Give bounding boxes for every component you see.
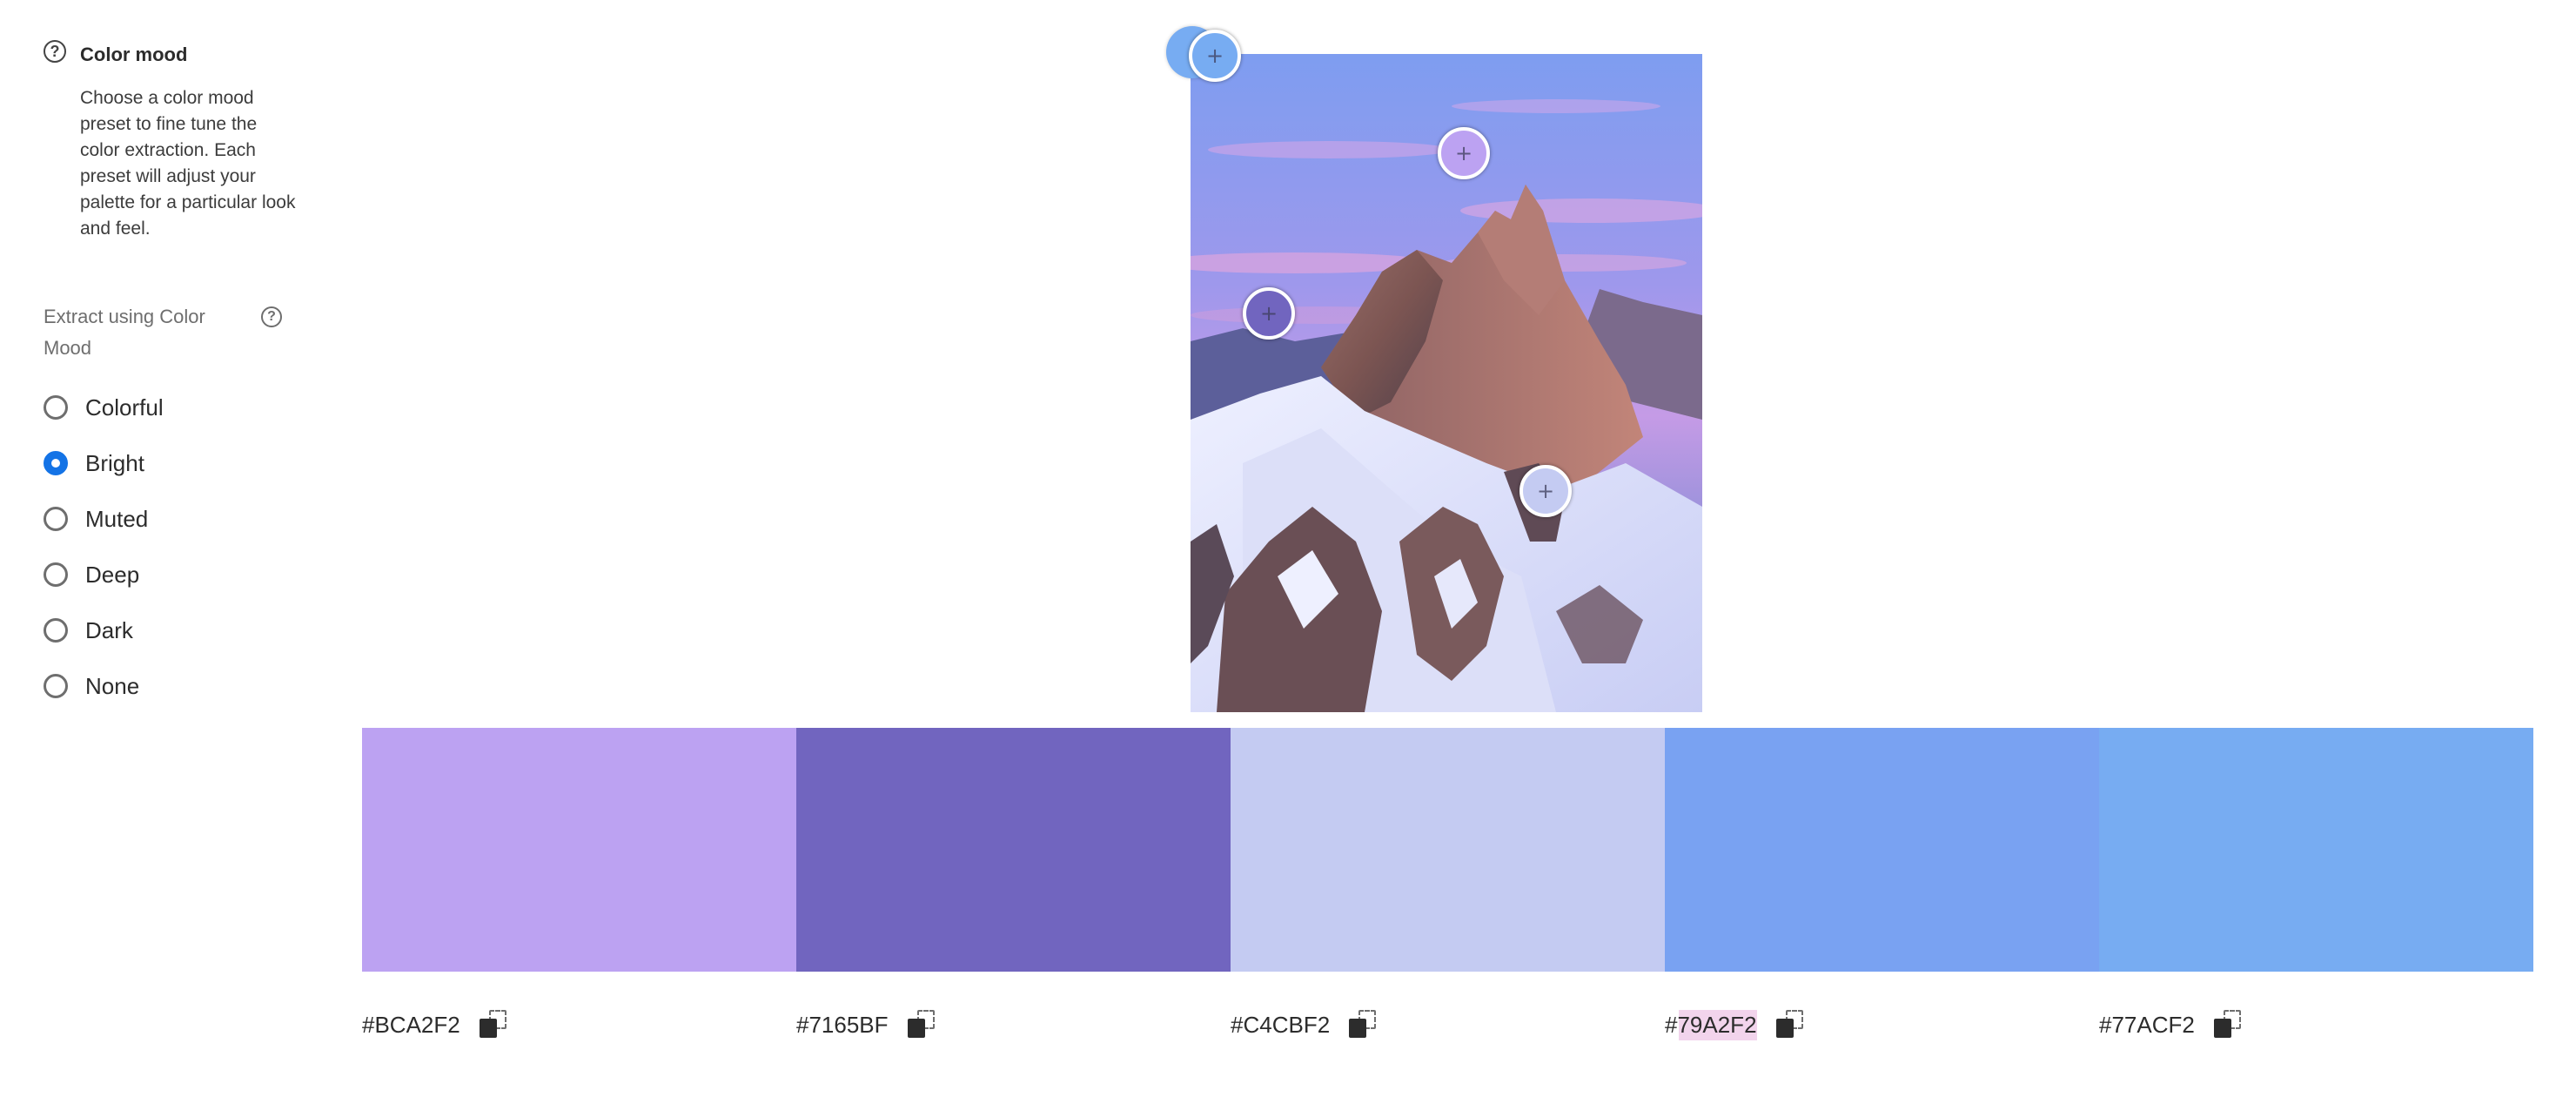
radio-button[interactable] [44, 507, 68, 531]
palette-hex-values: #BCA2F2 #7165BF #C4CBF2 #79A2F2 #77ACF2 [362, 1003, 2533, 1047]
color-mood-radio-group: Colorful Bright Muted Deep Dark None [44, 380, 305, 714]
hex-value-selected[interactable]: #79A2F2 [1665, 1009, 1757, 1040]
hex-value[interactable]: #7165BF [796, 1010, 889, 1040]
copy-icon[interactable] [2213, 1010, 2244, 1040]
radio-option-dark[interactable]: Dark [44, 602, 305, 658]
plus-icon: + [1205, 44, 1224, 68]
color-picker-handle-3[interactable]: + [1243, 287, 1295, 340]
radio-option-bright[interactable]: Bright [44, 435, 305, 491]
copy-icon[interactable] [479, 1010, 509, 1040]
color-mood-header: ? Color mood [44, 37, 305, 75]
radio-option-deep[interactable]: Deep [44, 547, 305, 602]
radio-button-selected[interactable] [44, 451, 68, 475]
color-swatch-3[interactable] [1231, 728, 1665, 972]
color-picker-handle-4[interactable]: + [1519, 465, 1572, 517]
hex-value[interactable]: #C4CBF2 [1231, 1010, 1330, 1040]
color-mood-description: Choose a color mood preset to fine tune … [80, 88, 296, 239]
hex-cell-3: #C4CBF2 [1231, 1003, 1665, 1047]
hex-cell-2: #7165BF [796, 1003, 1231, 1047]
plus-icon: + [1536, 479, 1555, 503]
color-extract-app: ? Color mood Choose a color mood preset … [0, 0, 2576, 1097]
help-icon[interactable]: ? [44, 40, 66, 63]
radio-button[interactable] [44, 562, 68, 587]
color-picker-handle-2[interactable]: + [1438, 127, 1490, 179]
radio-button[interactable] [44, 674, 68, 698]
help-icon[interactable]: ? [261, 306, 282, 327]
radio-option-none[interactable]: None [44, 658, 305, 714]
color-swatch-4[interactable] [1665, 728, 2099, 972]
radio-button[interactable] [44, 618, 68, 643]
palette-swatches [362, 728, 2533, 972]
color-swatch-5[interactable] [2099, 728, 2533, 972]
color-swatch-2[interactable] [796, 728, 1231, 972]
color-mood-panel: ? Color mood Choose a color mood preset … [44, 37, 305, 714]
hex-cell-4: #79A2F2 [1665, 1003, 2099, 1047]
copy-icon[interactable] [1349, 1010, 1379, 1040]
extract-row: Extract using Color Mood ? [44, 301, 305, 367]
color-mood-title: Color mood [80, 44, 188, 65]
copy-icon[interactable] [907, 1010, 937, 1040]
radio-label: Muted [85, 505, 149, 532]
radio-label: None [85, 672, 140, 699]
hex-cell-1: #BCA2F2 [362, 1003, 796, 1047]
hex-value[interactable]: #77ACF2 [2099, 1010, 2195, 1040]
source-image-area: + + + + [1166, 26, 1702, 712]
radio-label: Bright [85, 449, 144, 476]
copy-icon[interactable] [1775, 1010, 1806, 1040]
radio-button[interactable] [44, 395, 68, 420]
radio-label: Colorful [85, 394, 164, 421]
hex-cell-5: #77ACF2 [2099, 1003, 2533, 1047]
color-swatch-1[interactable] [362, 728, 796, 972]
color-picker-handle-1[interactable]: + [1189, 30, 1241, 82]
radio-label: Dark [85, 616, 133, 643]
radio-label: Deep [85, 561, 140, 588]
radio-option-muted[interactable]: Muted [44, 491, 305, 547]
radio-option-colorful[interactable]: Colorful [44, 380, 305, 435]
extract-label: Extract using Color Mood [44, 306, 205, 359]
plus-icon: + [1259, 301, 1278, 326]
hex-value[interactable]: #BCA2F2 [362, 1010, 460, 1040]
plus-icon: + [1454, 141, 1473, 165]
